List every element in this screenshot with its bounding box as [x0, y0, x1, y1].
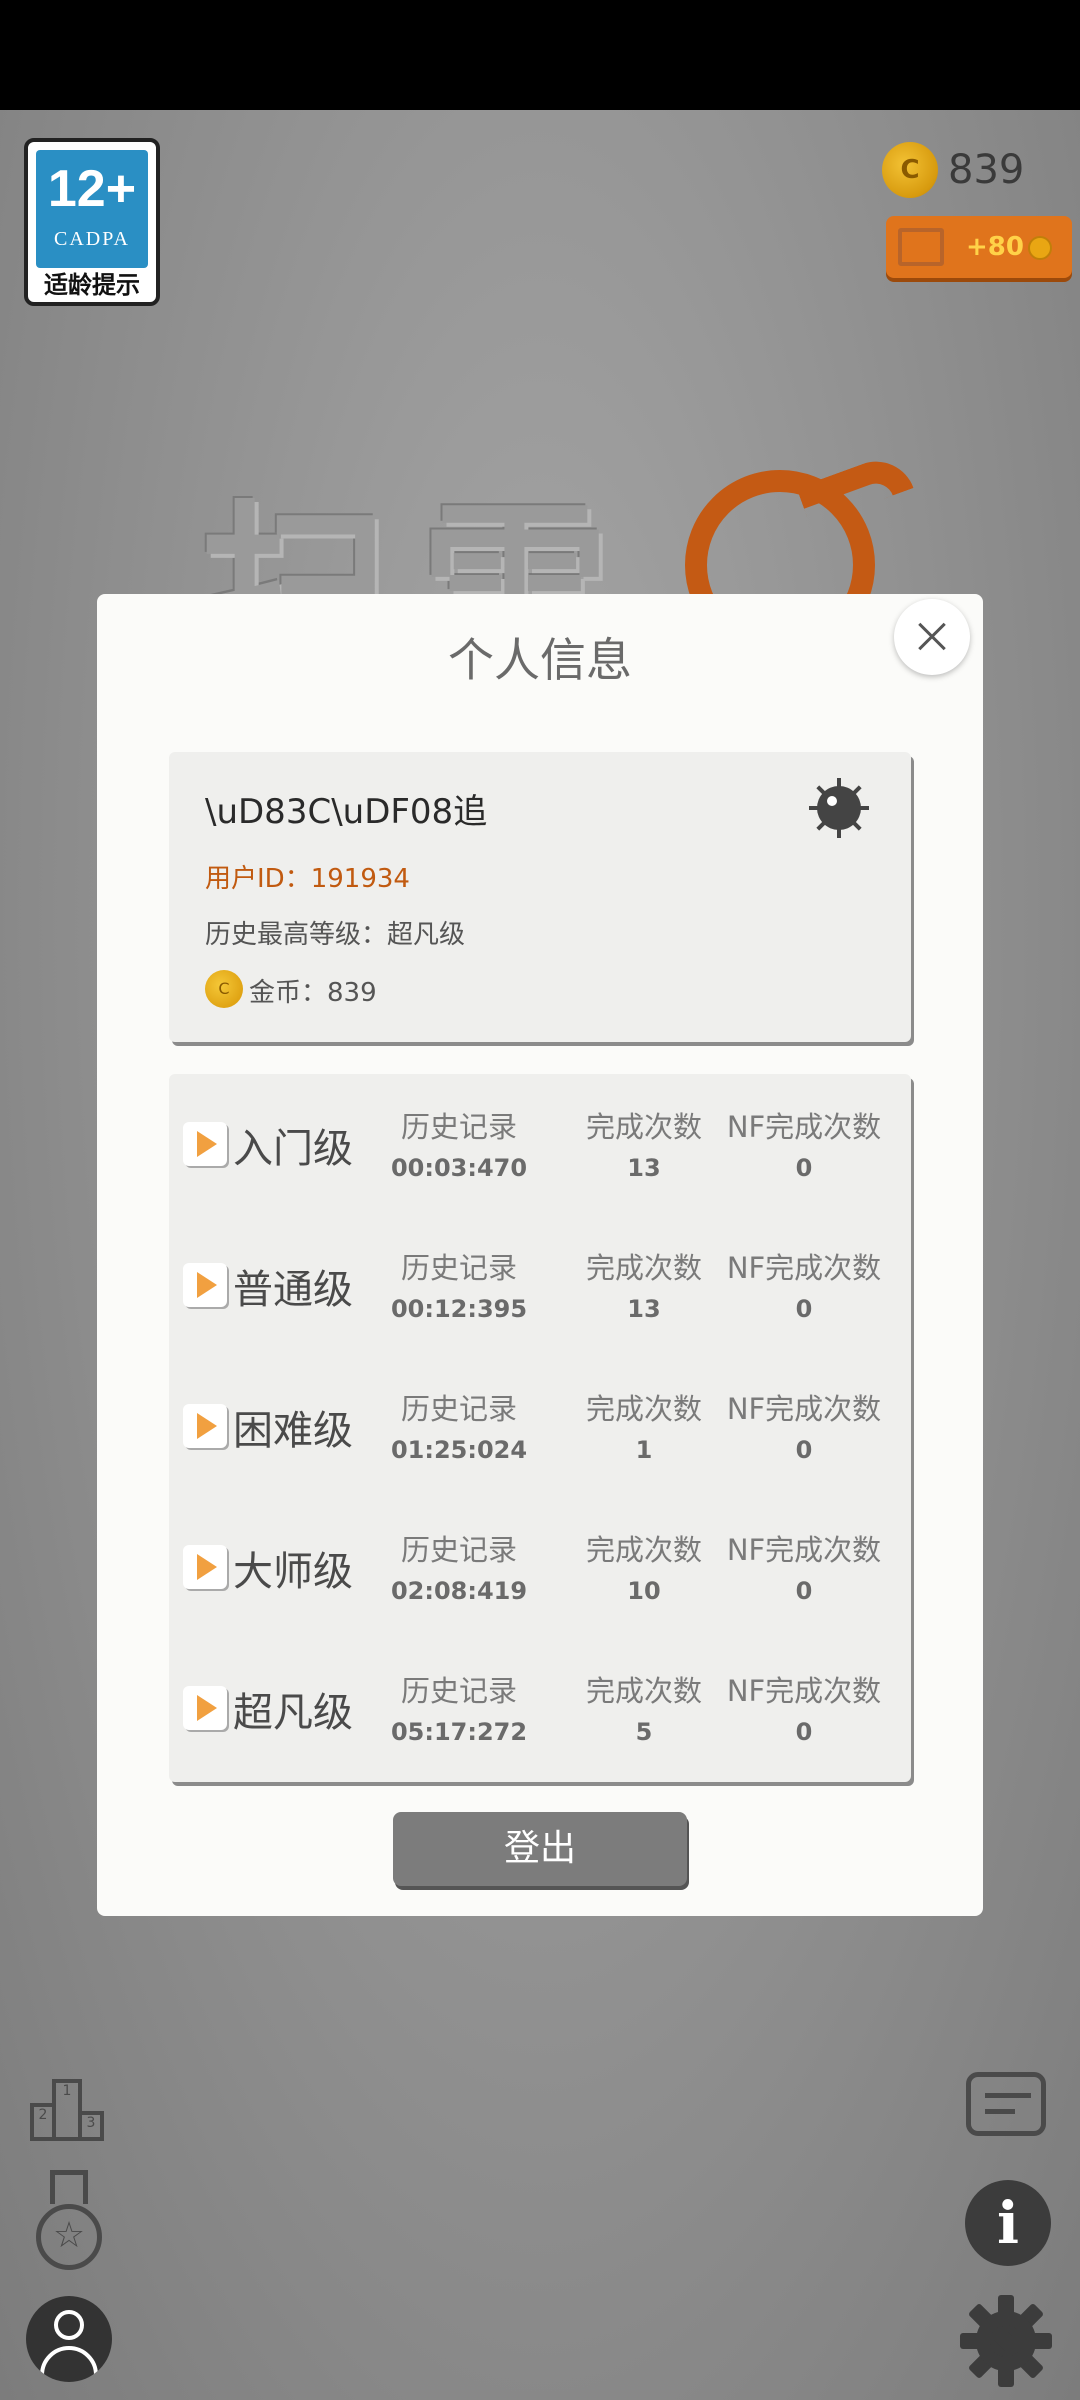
count-label: 完成次数	[585, 1251, 702, 1285]
level-row: 大师级 历史记录 02:08:419 完成次数 10 NF完成次数 0	[169, 1497, 911, 1638]
leaderboard-icon[interactable]: 2 1 3	[30, 2075, 106, 2141]
record-label: 历史记录	[400, 1674, 517, 1708]
count-value: 5	[635, 1718, 653, 1746]
count-label: 完成次数	[585, 1110, 702, 1144]
count-value: 10	[627, 1577, 661, 1605]
count-value: 1	[635, 1436, 653, 1464]
username: \uD83C\uDF08追	[205, 792, 488, 832]
play-arrow-icon[interactable]	[183, 1122, 227, 1166]
logout-button[interactable]: 登出	[393, 1812, 687, 1886]
info-icon[interactable]: i	[965, 2180, 1051, 2266]
record-label: 历史记录	[400, 1251, 517, 1285]
play-arrow-icon[interactable]	[183, 1263, 227, 1307]
nf-count-label: NF完成次数	[726, 1674, 882, 1708]
age-rating-label: 适龄提示	[44, 271, 140, 299]
level-name: 入门级	[233, 1126, 353, 1172]
highest-level: 历史最高等级：超凡级	[205, 920, 466, 950]
nf-count-value: 0	[795, 1718, 813, 1746]
count-label: 完成次数	[585, 1674, 702, 1708]
nf-count-value: 0	[795, 1154, 813, 1182]
coin-icon: C	[882, 142, 938, 198]
dialog-title: 个人信息	[448, 633, 632, 687]
close-icon[interactable]	[894, 599, 970, 675]
record-label: 历史记录	[400, 1392, 517, 1426]
level-row: 入门级 历史记录 00:03:470 完成次数 13 NF完成次数 0	[169, 1074, 911, 1215]
user-id: 用户ID：191934	[205, 864, 410, 894]
count-value: 13	[627, 1154, 661, 1182]
record-value: 00:12:395	[390, 1295, 528, 1323]
nf-count-label: NF完成次数	[726, 1110, 882, 1144]
mine-icon[interactable]	[809, 778, 869, 838]
ad-reward-amount: +80	[966, 232, 1024, 262]
record-label: 历史记录	[400, 1110, 517, 1144]
age-rating-number: 12+	[47, 160, 137, 218]
count-label: 完成次数	[585, 1392, 702, 1426]
coin-count: 839	[948, 147, 1025, 193]
level-row: 超凡级 历史记录 05:17:272 完成次数 5 NF完成次数 0	[169, 1638, 911, 1779]
record-value: 00:03:470	[390, 1154, 528, 1182]
watch-ad-reward-button[interactable]: +80	[886, 216, 1072, 278]
nf-count-value: 0	[795, 1436, 813, 1464]
count-label: 完成次数	[585, 1533, 702, 1567]
age-rating-badge[interactable]: 12+ CADPA 适龄提示	[24, 138, 160, 306]
chat-icon[interactable]	[966, 2072, 1046, 2136]
level-name: 大师级	[233, 1549, 353, 1595]
play-arrow-icon[interactable]	[183, 1686, 227, 1730]
level-row: 普通级 历史记录 00:12:395 完成次数 13 NF完成次数 0	[169, 1215, 911, 1356]
nf-count-value: 0	[795, 1577, 813, 1605]
nf-count-label: NF完成次数	[726, 1251, 882, 1285]
level-name: 普通级	[233, 1267, 353, 1313]
profile-avatar-icon[interactable]	[26, 2296, 112, 2382]
nf-count-label: NF完成次数	[726, 1533, 882, 1567]
count-value: 13	[627, 1295, 661, 1323]
nf-count-value: 0	[795, 1295, 813, 1323]
achievement-medal-icon[interactable]: ☆	[34, 2170, 104, 2278]
user-coins: 金币：839	[249, 978, 377, 1008]
status-bar	[0, 0, 1080, 110]
profile-dialog: 个人信息 \uD83C\uDF08追 用户ID：191934 历史最高等级：超凡…	[97, 594, 983, 1916]
level-name: 超凡级	[233, 1690, 353, 1736]
record-value: 02:08:419	[390, 1577, 528, 1605]
record-value: 01:25:024	[390, 1436, 528, 1464]
level-stats-card: 入门级 历史记录 00:03:470 完成次数 13 NF完成次数 0 普通级 …	[169, 1074, 911, 1782]
age-rating-panel: 12+ CADPA	[36, 150, 148, 268]
ad-coin-icon	[1028, 236, 1052, 260]
record-label: 历史记录	[400, 1533, 517, 1567]
gear-icon[interactable]	[960, 2295, 1052, 2387]
coin-icon-small: C	[205, 970, 243, 1008]
record-value: 05:17:272	[390, 1718, 528, 1746]
user-info-card: \uD83C\uDF08追 用户ID：191934 历史最高等级：超凡级 C 金…	[169, 752, 911, 1042]
level-row: 困难级 历史记录 01:25:024 完成次数 1 NF完成次数 0	[169, 1356, 911, 1497]
video-film-icon	[898, 228, 944, 266]
nf-count-label: NF完成次数	[726, 1392, 882, 1426]
age-rating-org: CADPA	[54, 228, 130, 250]
level-name: 困难级	[233, 1408, 353, 1454]
play-arrow-icon[interactable]	[183, 1404, 227, 1448]
play-arrow-icon[interactable]	[183, 1545, 227, 1589]
